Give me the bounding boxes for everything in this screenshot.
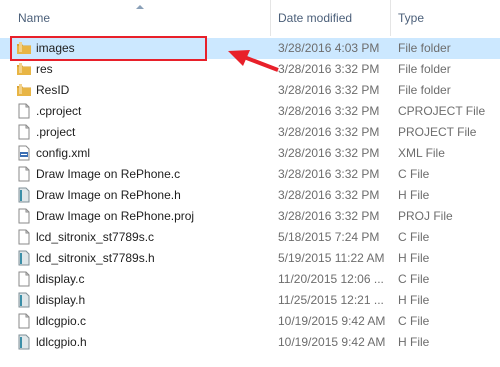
file-name: Draw Image on RePhone.proj — [36, 209, 195, 223]
file-type: C File — [398, 272, 430, 286]
file-name: res — [36, 62, 53, 76]
file-type: PROJ File — [398, 209, 453, 223]
file-type: H File — [398, 251, 430, 265]
date-modified: 3/28/2016 3:32 PM — [278, 209, 380, 223]
xml-file-icon — [16, 145, 32, 161]
date-modified: 10/19/2015 9:42 AM — [278, 335, 386, 349]
file-icon — [16, 166, 32, 182]
file-row[interactable]: config.xml 3/28/2016 3:32 PM XML File — [0, 143, 500, 164]
file-name: ResID — [36, 83, 70, 97]
file-type: H File — [398, 293, 430, 307]
file-type: File folder — [398, 62, 451, 76]
file-name: ldisplay.h — [36, 293, 86, 307]
file-row[interactable]: res 3/28/2016 3:32 PM File folder — [0, 59, 500, 80]
file-name: ldlcgpio.c — [36, 314, 87, 328]
file-icon — [16, 271, 32, 287]
date-modified: 10/19/2015 9:42 AM — [278, 314, 386, 328]
file-type: File folder — [398, 83, 451, 97]
file-row[interactable]: .project 3/28/2016 3:32 PM PROJECT File — [0, 122, 500, 143]
date-modified: 11/20/2015 12:06 ... — [278, 272, 384, 286]
file-row[interactable]: lcd_sitronix_st7789s.c 5/18/2015 7:24 PM C… — [0, 227, 500, 248]
date-modified: 5/19/2015 11:22 AM — [278, 251, 385, 265]
file-type: XML File — [398, 146, 445, 160]
file-type: H File — [398, 335, 430, 349]
file-name: .cproject — [36, 104, 82, 118]
file-type: C File — [398, 167, 430, 181]
column-divider[interactable] — [390, 0, 391, 36]
file-name: .project — [36, 125, 76, 139]
file-row[interactable]: .cproject 3/28/2016 3:32 PM CPROJECT File — [0, 101, 500, 122]
file-name: ldlcgpio.h — [36, 335, 87, 349]
folder-icon — [16, 61, 32, 77]
file-type: PROJECT File — [398, 125, 477, 139]
header-file-icon — [16, 187, 32, 203]
header-file-icon — [16, 292, 32, 308]
file-row[interactable]: ResID 3/28/2016 3:32 PM File folder — [0, 80, 500, 101]
file-icon — [16, 313, 32, 329]
date-modified: 3/28/2016 3:32 PM — [278, 62, 380, 76]
file-name: Draw Image on RePhone.h — [36, 188, 181, 202]
file-icon — [16, 124, 32, 140]
file-icon — [16, 208, 32, 224]
sort-ascending-icon — [136, 5, 144, 9]
file-type: H File — [398, 188, 430, 202]
file-icon — [16, 229, 32, 245]
file-type: CPROJECT File — [398, 104, 486, 118]
file-row[interactable]: Draw Image on RePhone.c 3/28/2016 3:32 PM… — [0, 164, 500, 185]
file-row[interactable]: ldisplay.h 11/25/2015 12:21 ... H File — [0, 290, 500, 311]
file-icon — [16, 103, 32, 119]
column-header-date-modified[interactable]: Date modified — [278, 0, 352, 36]
column-header-type[interactable]: Type — [398, 0, 424, 36]
file-name: config.xml — [36, 146, 91, 160]
date-modified: 3/28/2016 3:32 PM — [278, 188, 380, 202]
date-modified: 11/25/2015 12:21 ... — [278, 293, 384, 307]
file-row[interactable]: lcd_sitronix_st7789s.h 5/19/2015 11:22 AM… — [0, 248, 500, 269]
file-row[interactable]: ldlcgpio.c 10/19/2015 9:42 AM C File — [0, 311, 500, 332]
file-row[interactable]: ldisplay.c 11/20/2015 12:06 ... C File — [0, 269, 500, 290]
file-name: Draw Image on RePhone.c — [36, 167, 181, 181]
folder-icon — [16, 82, 32, 98]
date-modified: 3/28/2016 3:32 PM — [278, 83, 380, 97]
file-row[interactable]: Draw Image on RePhone.h 3/28/2016 3:32 PM… — [0, 185, 500, 206]
file-row[interactable]: Draw Image on RePhone.proj 3/28/2016 3:32… — [0, 206, 500, 227]
header-file-icon — [16, 250, 32, 266]
file-type: File folder — [398, 41, 451, 55]
column-header-bar: Name Date modified Type — [0, 0, 500, 36]
file-type: C File — [398, 314, 430, 328]
file-name: ldisplay.c — [36, 272, 85, 286]
highlight-box — [10, 36, 207, 61]
date-modified: 3/28/2016 3:32 PM — [278, 167, 380, 181]
date-modified: 5/18/2015 7:24 PM — [278, 230, 380, 244]
file-row[interactable]: ldlcgpio.h 10/19/2015 9:42 AM H File — [0, 332, 500, 353]
file-type: C File — [398, 230, 430, 244]
column-header-name[interactable]: Name — [18, 0, 50, 36]
date-modified: 3/28/2016 3:32 PM — [278, 104, 380, 118]
header-file-icon — [16, 334, 32, 350]
file-name: lcd_sitronix_st7789s.c — [36, 230, 155, 244]
date-modified: 3/28/2016 3:32 PM — [278, 125, 380, 139]
date-modified: 3/28/2016 4:03 PM — [278, 41, 380, 55]
file-name: lcd_sitronix_st7789s.h — [36, 251, 155, 265]
column-divider[interactable] — [270, 0, 271, 36]
date-modified: 3/28/2016 3:32 PM — [278, 146, 380, 160]
